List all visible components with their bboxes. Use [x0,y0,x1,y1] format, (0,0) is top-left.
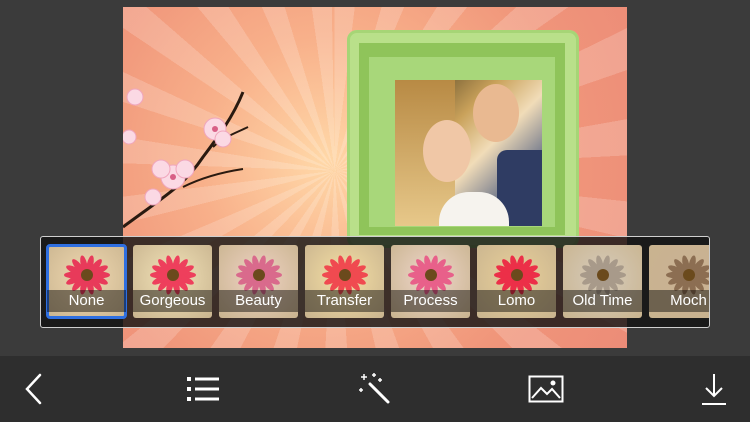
filter-label: Process [391,290,470,312]
couple-photo[interactable] [395,80,542,226]
filter-item[interactable]: Gorgeous [133,245,212,318]
filter-item[interactable]: Beauty [219,245,298,318]
filter-label: Moch [649,290,709,312]
cherry-blossom-branch [123,88,249,229]
image-button[interactable] [526,370,566,408]
magic-wand-icon [359,373,390,404]
filter-label: Gorgeous [133,290,212,312]
filter-label: Beauty [219,290,298,312]
filter-item[interactable]: None [46,244,127,319]
filter-label: None [47,290,126,312]
back-button[interactable] [14,370,54,408]
filter-strip: None Gorgeous Beauty Transfer Process Lomo Old… [40,236,710,328]
filter-label: Lomo [477,290,556,312]
image-icon [528,375,564,403]
magic-wand-button[interactable] [355,370,395,408]
filter-list: None Gorgeous Beauty Transfer Process Lomo Old… [46,244,709,319]
filter-item[interactable]: Process [391,245,470,318]
filter-item[interactable]: Old Time [563,245,642,318]
back-arrow-icon [25,373,42,405]
download-icon [702,374,726,405]
filter-item[interactable]: Transfer [305,245,384,318]
photo-face-man [473,84,519,142]
download-button[interactable] [694,370,734,408]
list-button[interactable] [183,370,223,408]
bottom-toolbar [0,356,750,422]
photo-face-woman [423,120,471,182]
list-icon [187,377,219,401]
filter-item[interactable]: Moch [649,245,709,318]
filter-label: Old Time [563,290,642,312]
filter-item[interactable]: Lomo [477,245,556,318]
filter-label: Transfer [305,290,384,312]
